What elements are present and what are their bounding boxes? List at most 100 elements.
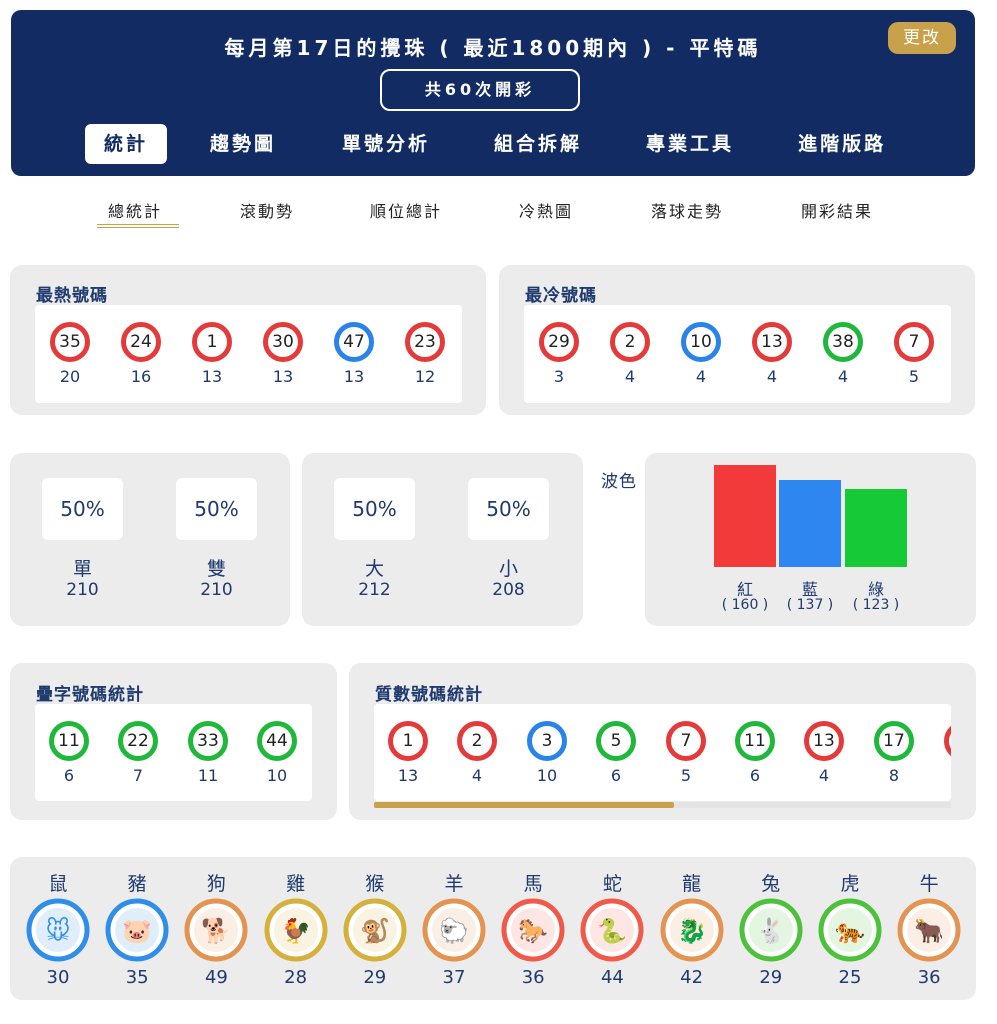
zodiac-item[interactable]: 豬 🐷 35 — [102, 870, 172, 988]
hot-numbers-list: 35 20 24 16 1 13 30 13 47 13 23 12 — [35, 305, 462, 403]
zodiac-item[interactable]: 虎 🐅 25 — [815, 870, 885, 988]
prime-ball-item[interactable]: 7 5 — [656, 721, 716, 785]
prime-ball: 2 — [457, 721, 497, 761]
zodiac-item[interactable]: 馬 🐎 36 — [498, 870, 568, 988]
repeat-ball-item[interactable]: 44 10 — [247, 721, 307, 785]
repeat-ball-item[interactable]: 11 6 — [39, 721, 99, 785]
zodiac-name: 龍 — [682, 873, 702, 895]
chart-bar-blue[interactable] — [779, 480, 841, 567]
zodiac-item[interactable]: 牛 🐂 36 — [894, 870, 964, 988]
prime-ball-item[interactable] — [934, 721, 951, 761]
zodiac-count: 29 — [759, 967, 783, 988]
subtab-rolling-trend[interactable]: 滾動勢 — [240, 198, 294, 222]
zodiac-item[interactable]: 雞 🐓 28 — [261, 870, 331, 988]
tab-combination-breakdown[interactable]: 組合拆解 — [494, 124, 582, 164]
prime-scrollbar-thumb[interactable] — [374, 802, 674, 808]
rat-icon: 🐭 — [26, 898, 90, 962]
hot-ball-item[interactable]: 1 13 — [182, 322, 242, 386]
prime-ball-item[interactable]: 11 6 — [725, 721, 785, 785]
zodiac-item[interactable]: 鼠 🐭 30 — [23, 870, 93, 988]
zodiac-count: 42 — [680, 967, 704, 988]
repeat-numbers-title: 疊字號碼統計 — [36, 685, 144, 705]
prime-ball-item[interactable]: 2 4 — [447, 721, 507, 785]
prime-ball-count: 13 — [397, 766, 419, 785]
cold-ball: 29 — [539, 322, 579, 362]
small-label: 小 — [498, 558, 518, 580]
zodiac-item[interactable]: 狗 🐕 49 — [181, 870, 251, 988]
ox-icon: 🐂 — [897, 898, 961, 962]
prime-numbers-list[interactable]: 1 13 2 4 3 10 5 6 7 5 11 6 13 4 17 8 — [374, 704, 951, 801]
cold-ball-item[interactable]: 10 4 — [671, 322, 731, 386]
prime-ball-item[interactable]: 13 4 — [794, 721, 854, 785]
big-percent: 50% — [334, 478, 415, 540]
svg-text:🐷: 🐷 — [122, 917, 152, 945]
prime-ball-item[interactable]: 17 8 — [864, 721, 924, 785]
zodiac-name: 豬 — [127, 873, 147, 895]
tab-advanced-roadmap[interactable]: 進階版路 — [798, 124, 886, 164]
repeat-ball-count: 11 — [197, 766, 219, 785]
chart-value-label: ( 137 ) — [786, 597, 834, 613]
zodiac-count: 36 — [917, 967, 941, 988]
repeat-ball-item[interactable]: 33 11 — [178, 721, 238, 785]
chart-bar-red[interactable] — [714, 465, 776, 567]
cold-ball-item[interactable]: 13 4 — [742, 322, 802, 386]
cold-ball-item[interactable]: 7 5 — [884, 322, 944, 386]
prime-ball: 1 — [388, 721, 428, 761]
zodiac-count: 37 — [442, 967, 466, 988]
svg-text:🐕: 🐕 — [201, 917, 231, 945]
dragon-icon: 🐉 — [660, 898, 724, 962]
zodiac-count: 28 — [284, 967, 308, 988]
hot-ball-item[interactable]: 23 12 — [395, 322, 455, 386]
wave-color-title: 波色 — [601, 472, 637, 492]
prime-ball-count: 6 — [749, 766, 761, 785]
zodiac-name: 狗 — [206, 873, 226, 895]
hot-ball: 24 — [121, 322, 161, 362]
subtab-position-stats[interactable]: 順位總計 — [370, 198, 442, 222]
zodiac-name: 牛 — [919, 873, 939, 895]
zodiac-item[interactable]: 兔 🐇 29 — [736, 870, 806, 988]
zodiac-item[interactable]: 龍 🐉 42 — [657, 870, 727, 988]
repeat-ball: 11 — [49, 721, 89, 761]
tab-single-number-analysis[interactable]: 單號分析 — [342, 124, 430, 164]
cold-ball-count: 4 — [624, 367, 636, 386]
zodiac-item[interactable]: 蛇 🐍 44 — [577, 870, 647, 988]
cold-ball-item[interactable]: 38 4 — [813, 322, 873, 386]
odd-count: 210 — [66, 580, 99, 600]
zodiac-name: 兔 — [761, 873, 781, 895]
subtab-draw-results[interactable]: 開彩結果 — [801, 198, 873, 222]
zodiac-item[interactable]: 猴 🐒 29 — [340, 870, 410, 988]
svg-text:🐂: 🐂 — [914, 917, 944, 945]
active-subtab-underline — [97, 224, 179, 228]
subtab-hot-cold-map[interactable]: 冷熱圖 — [519, 198, 573, 222]
hot-ball-item[interactable]: 30 13 — [253, 322, 313, 386]
cold-ball: 7 — [894, 322, 934, 362]
hot-ball-count: 13 — [201, 367, 223, 386]
repeat-numbers-panel: 疊字號碼統計 11 6 22 7 33 11 44 10 — [10, 663, 337, 820]
cold-ball-item[interactable]: 2 4 — [600, 322, 660, 386]
tab-statistics[interactable]: 統計 — [85, 124, 167, 164]
zodiac-name: 猴 — [365, 873, 385, 895]
hot-ball-item[interactable]: 35 20 — [40, 322, 100, 386]
zodiac-count: 36 — [521, 967, 545, 988]
hot-ball-item[interactable]: 47 13 — [324, 322, 384, 386]
goat-icon: 🐑 — [422, 898, 486, 962]
zodiac-name: 鼠 — [48, 873, 68, 895]
change-button[interactable]: 更改 — [888, 22, 956, 54]
subtab-ball-drop-trend[interactable]: 落球走勢 — [651, 198, 723, 222]
zodiac-name: 蛇 — [602, 873, 622, 895]
tab-pro-tools[interactable]: 專業工具 — [646, 124, 734, 164]
hot-ball-item[interactable]: 24 16 — [111, 322, 171, 386]
draw-count-badge: 共60次開彩 — [380, 69, 580, 111]
repeat-ball-count: 10 — [266, 766, 288, 785]
zodiac-item[interactable]: 羊 🐑 37 — [419, 870, 489, 988]
cold-ball-item[interactable]: 29 3 — [529, 322, 589, 386]
prime-ball-item[interactable]: 5 6 — [586, 721, 646, 785]
svg-text:🐍: 🐍 — [597, 917, 627, 945]
tab-trend-chart[interactable]: 趨勢圖 — [210, 124, 276, 164]
repeat-ball-item[interactable]: 22 7 — [108, 721, 168, 785]
hot-ball: 23 — [405, 322, 445, 362]
prime-ball-item[interactable]: 3 10 — [517, 721, 577, 785]
chart-bar-green[interactable] — [845, 489, 907, 567]
subtab-total-stats[interactable]: 總統計 — [108, 198, 162, 222]
prime-ball-item[interactable]: 1 13 — [378, 721, 438, 785]
